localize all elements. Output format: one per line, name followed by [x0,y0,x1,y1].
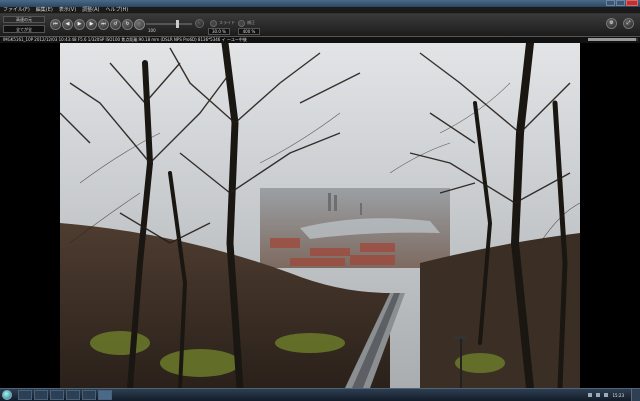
start-button[interactable] [2,390,12,400]
previous-image-button[interactable]: ◀ [62,19,73,30]
zoom-slider[interactable] [146,23,192,25]
window-controls [606,0,638,7]
taskbar-item-app1[interactable] [66,390,80,400]
zoom-slider-thumb[interactable] [176,20,179,28]
toolbar-right-icons: ⚙ ⤢ [606,18,634,29]
network-icon[interactable] [588,393,593,397]
taskbar-item-app2[interactable] [82,390,96,400]
photo-landscape [60,43,580,388]
last-image-button[interactable]: ⏭ [98,19,109,30]
toolbar: 高速の元 全てが全 ⏮ ◀ ▶ ▶ ⏭ ↺ ↻ 100 スライド 補正 30.0… [0,14,640,37]
slideshow-toggle-label: スライド [219,20,235,25]
slideshow-toggle-icon [210,19,217,27]
minimize-button[interactable] [606,0,615,6]
next-image-button[interactable]: ▶ [86,19,97,30]
menu-adjust[interactable]: 調整(A) [82,7,99,13]
title-bar [0,0,640,7]
menu-edit[interactable]: 編集(E) [36,7,53,13]
power-icon[interactable] [604,393,609,397]
rotate-right-button[interactable]: ↻ [122,19,133,30]
show-desktop-button[interactable] [631,389,640,401]
load-progress [588,38,638,41]
clock[interactable]: 15:23 [612,393,624,398]
zoom-slider-area: 100 [134,18,204,34]
mode-label[interactable]: 高速の元 [3,16,45,23]
play-button[interactable]: ▶ [74,19,85,30]
photo [60,43,580,388]
menu-help[interactable]: ヘルプ(H) [106,7,129,13]
volume-icon[interactable] [596,393,601,397]
settings-icon[interactable]: ⚙ [606,18,617,29]
load-progress-fill [588,38,636,41]
image-viewer[interactable] [0,43,640,388]
mode-selector[interactable]: 高速の元 全てが全 [3,16,45,34]
mode-value[interactable]: 全てが全 [3,25,45,33]
correction-toggle[interactable]: 補正 [238,19,255,27]
zoom-slider-label: 100 [148,28,156,33]
image-info-text: IMGK5161_10P 2012/12/03 10:43:48 F5.6 1/… [3,37,247,42]
first-image-button[interactable]: ⏮ [50,19,61,30]
menu-bar: ファイル(F) 編集(E) 表示(V) 調整(A) ヘルプ(H) [0,7,640,14]
menu-file[interactable]: ファイル(F) [3,7,30,13]
taskbar: 15:23 [0,388,640,401]
zoom-percent-field[interactable]: 30.0 % [208,28,230,35]
taskbar-item-explorer[interactable] [18,390,32,400]
correction-toggle-icon [238,19,245,27]
rotate-left-button[interactable]: ↺ [110,19,121,30]
max-zoom-field[interactable]: 400 % [238,28,260,35]
correction-toggle-label: 補正 [247,20,255,25]
close-button[interactable] [626,0,638,6]
slideshow-toggle[interactable]: スライド [210,19,235,27]
fullscreen-icon[interactable]: ⤢ [623,18,634,29]
taskbar-item-viewer[interactable] [98,390,112,400]
taskbar-item-browser[interactable] [50,390,64,400]
system-tray: 15:23 [588,389,624,401]
zoom-out-button[interactable] [195,19,204,28]
taskbar-item-media[interactable] [34,390,48,400]
menu-view[interactable]: 表示(V) [59,7,76,13]
zoom-in-button[interactable] [134,19,145,30]
maximize-button[interactable] [616,0,625,6]
